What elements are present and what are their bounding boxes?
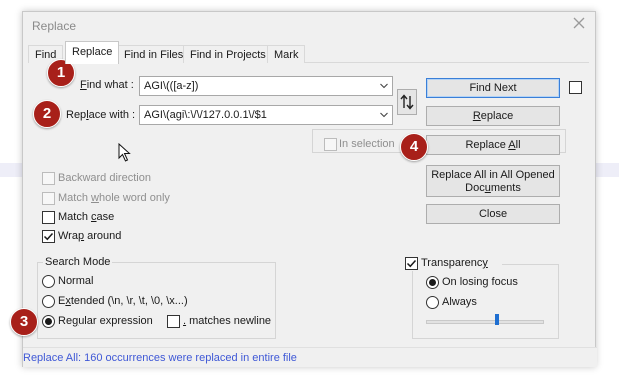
find-what-label: Find what : (80, 79, 134, 91)
chevron-down-icon[interactable] (380, 83, 388, 89)
replace-button[interactable]: Replace (426, 106, 560, 126)
checkmark-icon (406, 259, 417, 268)
replace-all-opened-line2: Documents (465, 182, 521, 194)
whole-word-checkbox[interactable] (42, 192, 55, 205)
backward-direction-label: Backward direction (58, 172, 151, 184)
tab-find-in-projects[interactable]: Find in Projects (183, 45, 273, 63)
badge-4: 4 (400, 133, 428, 161)
replace-all-opened-button[interactable]: Replace All in All Opened Documents (426, 165, 560, 197)
matches-newline-label: . matches newline (183, 315, 272, 327)
transparency-slider-track[interactable] (426, 320, 544, 324)
find-next-button[interactable]: Find Next (426, 78, 560, 98)
in-selection-checkbox[interactable] (324, 138, 337, 151)
replace-all-opened-line1: Replace All in All Opened (431, 169, 555, 181)
mouse-pointer-icon (118, 143, 131, 162)
swap-vertical-icon (400, 94, 414, 110)
find-next-option-checkbox[interactable] (569, 81, 582, 94)
tab-replace[interactable]: Replace (65, 41, 120, 64)
find-what-input[interactable]: AGI\(([a-z]) (139, 76, 393, 96)
replace-with-value: AGI\(agi\:\/\/127.0.0.1\/$1 (144, 109, 267, 121)
backward-direction-checkbox[interactable] (42, 172, 55, 185)
on-losing-focus-radio[interactable] (426, 276, 439, 289)
replace-panel: Find what : AGI\(([a-z]) Replace with : … (28, 63, 589, 352)
always-radio[interactable] (426, 296, 439, 309)
on-losing-focus-label: On losing focus (442, 276, 518, 288)
matches-newline-checkbox[interactable] (167, 315, 180, 328)
wrap-around-label: Wrap around (58, 230, 122, 242)
regular-expression-radio[interactable] (42, 315, 55, 328)
badge-2: 2 (33, 100, 61, 128)
replace-with-input[interactable]: AGI\(agi\:\/\/127.0.0.1\/$1 (139, 105, 393, 125)
wrap-around-checkbox[interactable] (42, 230, 55, 243)
transparency-checkbox[interactable] (405, 257, 418, 270)
dialog-title: Replace (32, 19, 77, 33)
search-mode-title: Search Mode (43, 256, 113, 268)
close-icon[interactable] (571, 15, 587, 31)
close-button[interactable]: Close (426, 204, 560, 224)
transparency-slider-thumb[interactable] (494, 314, 499, 325)
extended-radio[interactable] (42, 295, 55, 308)
in-selection-label: In selection (339, 138, 395, 150)
status-text: Replace All: 160 occurrences were replac… (23, 352, 297, 364)
extended-label: Extended (\n, \r, \t, \0, \x...) (58, 295, 188, 307)
match-case-label: Match case (58, 211, 115, 223)
match-case-checkbox[interactable] (42, 211, 55, 224)
always-label: Always (442, 296, 477, 308)
regular-expression-label: Regular expression (58, 315, 153, 327)
chevron-down-icon[interactable] (380, 112, 388, 118)
status-bar: Replace All: 160 occurrences were replac… (23, 347, 597, 367)
replace-all-button[interactable]: Replace All (426, 135, 560, 155)
swap-button[interactable] (397, 89, 417, 115)
find-what-value: AGI\(([a-z]) (144, 80, 199, 92)
tab-mark[interactable]: Mark (267, 45, 306, 63)
checkmark-icon (43, 232, 54, 241)
transparency-label: Transparency (421, 257, 488, 269)
replace-dialog: Replace Find Replace Find in Files Find … (22, 11, 597, 367)
badge-3: 3 (10, 308, 38, 336)
normal-radio[interactable] (42, 275, 55, 288)
normal-label: Normal (58, 275, 94, 287)
tab-find-in-files[interactable]: Find in Files (117, 45, 191, 63)
replace-with-label: Replace with : (66, 109, 136, 121)
whole-word-label: Match whole word only (58, 192, 170, 204)
